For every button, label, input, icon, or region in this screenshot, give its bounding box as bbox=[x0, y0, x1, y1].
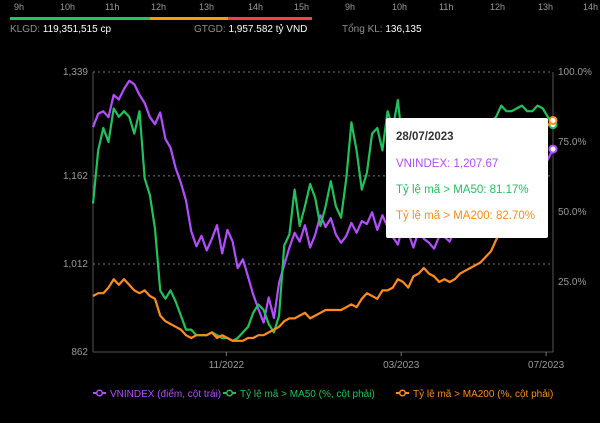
session-hours-bar: 9h 10h 11h 12h 13h 14h 15h 9h 10h 11h 12… bbox=[0, 0, 600, 12]
market-breadth-green-bar bbox=[10, 17, 150, 20]
legend-marker bbox=[225, 389, 234, 397]
vnindex-line-end-point bbox=[548, 144, 558, 154]
left-tick-label: 1,162 bbox=[63, 171, 88, 182]
right-tick-label: 25.0% bbox=[558, 277, 586, 288]
tongkl-value: 136,135 bbox=[385, 24, 422, 35]
right-tick-label: 100.0% bbox=[558, 67, 592, 78]
hour-label: 9h bbox=[345, 2, 356, 12]
hour-label: 14h bbox=[248, 2, 264, 12]
gtgd-stat: GTGD: 1,957.582 tỷ VND bbox=[194, 24, 307, 40]
x-tick-label: 07/2023 bbox=[528, 360, 565, 371]
klgd-label: KLGD: bbox=[10, 24, 41, 35]
tongkl-stat: Tổng KL: 136,135 bbox=[342, 24, 422, 40]
left-tick-label: 1,012 bbox=[63, 259, 88, 270]
legend-marker bbox=[95, 389, 104, 397]
hour-label: 12h bbox=[151, 2, 167, 12]
hour-label: 13h bbox=[199, 2, 215, 12]
legend-label: Tỷ lệ mã > MA50 (%, cột phải) bbox=[240, 388, 375, 400]
hour-label: 15h bbox=[294, 2, 310, 12]
tongkl-label: Tổng KL: bbox=[342, 24, 383, 35]
hour-label: 11h bbox=[439, 2, 454, 12]
market-breadth-orange-bar bbox=[150, 17, 228, 20]
left-tick-label: 862 bbox=[71, 347, 88, 358]
tooltip-ma200: Tỷ lệ mã > MA200: 82.70% bbox=[396, 210, 536, 222]
market-breadth-red-bar bbox=[228, 17, 312, 20]
gtgd-label: GTGD: bbox=[194, 24, 226, 35]
hour-label: 10h bbox=[60, 2, 76, 12]
legend-label: Tỷ lệ mã > MA200 (%, cột phải) bbox=[413, 388, 553, 400]
hour-label: 11h bbox=[105, 2, 120, 12]
left-tick-label: 1,339 bbox=[63, 67, 88, 78]
hour-label: 10h bbox=[392, 2, 408, 12]
x-tick-label: 11/2022 bbox=[209, 360, 245, 371]
tooltip-date: 28/07/2023 bbox=[396, 131, 454, 143]
x-tick-label: 03/2023 bbox=[383, 360, 420, 371]
tooltip-ma50: Tỷ lệ mã > MA50: 81.17% bbox=[396, 184, 529, 196]
gtgd-value: 1,957.582 tỷ VND bbox=[228, 24, 308, 35]
hour-label: 9h bbox=[14, 2, 25, 12]
legend-label: VNINDEX (điểm, cột trái) bbox=[110, 388, 221, 400]
ma200-line-end-point bbox=[548, 115, 558, 125]
chart-tooltip: 28/07/2023 VNINDEX: 1,207.67 Tỷ lệ mã > … bbox=[386, 118, 548, 238]
hour-label: 13h bbox=[538, 2, 554, 12]
klgd-stat: KLGD: 119,351,515 cp bbox=[10, 24, 111, 40]
hour-label: 14h bbox=[583, 2, 599, 12]
right-tick-label: 50.0% bbox=[558, 207, 586, 218]
right-tick-label: 75.0% bbox=[558, 137, 586, 148]
legend-marker bbox=[398, 389, 407, 397]
klgd-value: 119,351,515 cp bbox=[42, 24, 112, 35]
hour-label: 12h bbox=[490, 2, 506, 12]
tooltip-vnindex: VNINDEX: 1,207.67 bbox=[396, 158, 499, 170]
